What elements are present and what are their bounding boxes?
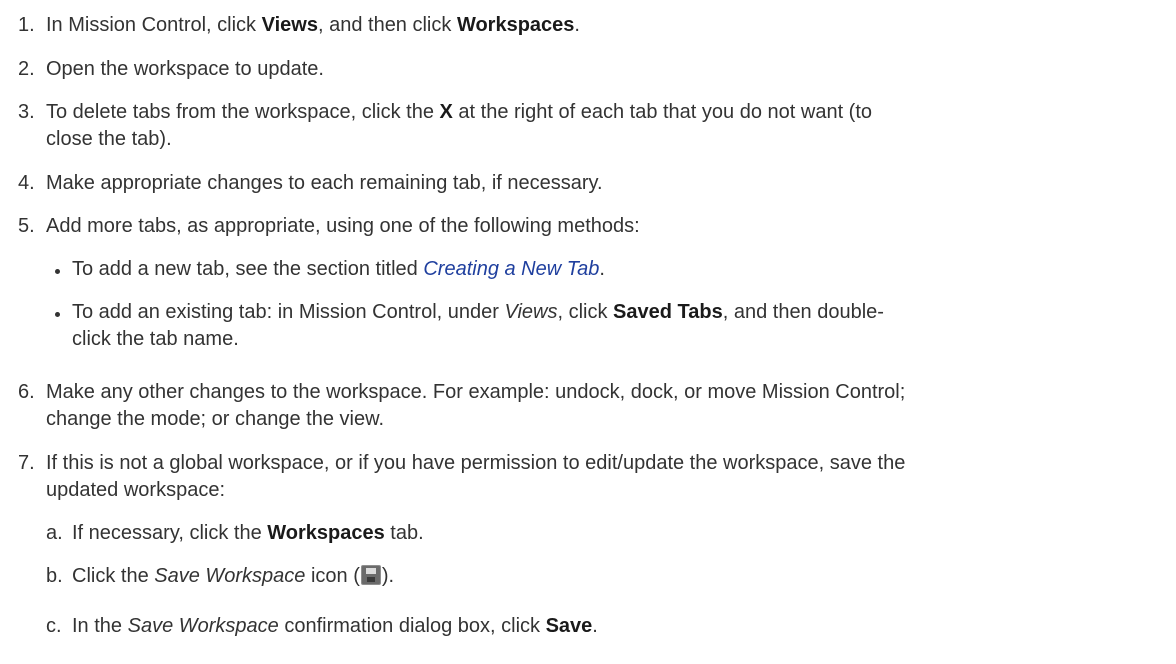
substep-a-text: If necessary, click the Workspaces tab. [72, 522, 424, 544]
step-number: 4. [18, 172, 35, 194]
views-label: Views [261, 14, 318, 36]
substep-b-text: Click the Save Workspace icon (). [72, 565, 395, 587]
substep-letter: c. [46, 615, 62, 637]
step-2-text: Open the workspace to update. [46, 58, 324, 80]
saved-tabs-label: Saved Tabs [613, 301, 723, 323]
step-number: 7. [18, 452, 35, 474]
creating-new-tab-link[interactable]: Creating a New Tab [423, 258, 599, 280]
step-6-text-line-2: change the mode; or change the view. [46, 408, 385, 430]
save-workspace-icon [360, 565, 381, 585]
bullet-existing-tab-line-2: click the tab name. [72, 328, 239, 350]
bullet-dot [55, 312, 60, 317]
bullet-dot [55, 269, 60, 274]
bullet-existing-tab-line-1: To add an existing tab: in Mission Contr… [72, 301, 884, 323]
step-7-text-line-1: If this is not a global workspace, or if… [46, 452, 906, 474]
step-3-text-line-1: To delete tabs from the workspace, click… [46, 101, 873, 123]
step-1-text: In Mission Control, click Views, and the… [46, 14, 580, 36]
step-4-text: Make appropriate changes to each remaini… [46, 172, 603, 194]
bullet-new-tab: To add a new tab, see the section titled… [72, 258, 605, 280]
substep-letter: a. [46, 522, 63, 544]
procedure-document: 1. In Mission Control, click Views, and … [0, 0, 1176, 664]
step-7-text-line-2: updated workspace: [46, 479, 226, 501]
substep-c-text: In the Save Workspace confirmation dialo… [72, 615, 598, 637]
step-number: 1. [18, 14, 35, 36]
close-x-label: X [439, 101, 453, 123]
save-label: Save [545, 615, 593, 637]
step-number: 3. [18, 101, 35, 123]
step-3-text-line-2: close the tab). [46, 128, 172, 150]
step-number: 2. [18, 58, 35, 80]
workspaces-tab-label: Workspaces [267, 522, 385, 544]
workspaces-label: Workspaces [456, 14, 575, 36]
step-5-text: Add more tabs, as appropriate, using one… [46, 215, 640, 237]
step-number: 5. [18, 215, 35, 237]
step-number: 6. [18, 381, 35, 403]
step-6-text-line-1: Make any other changes to the workspace.… [46, 381, 906, 403]
substep-letter: b. [46, 565, 63, 587]
